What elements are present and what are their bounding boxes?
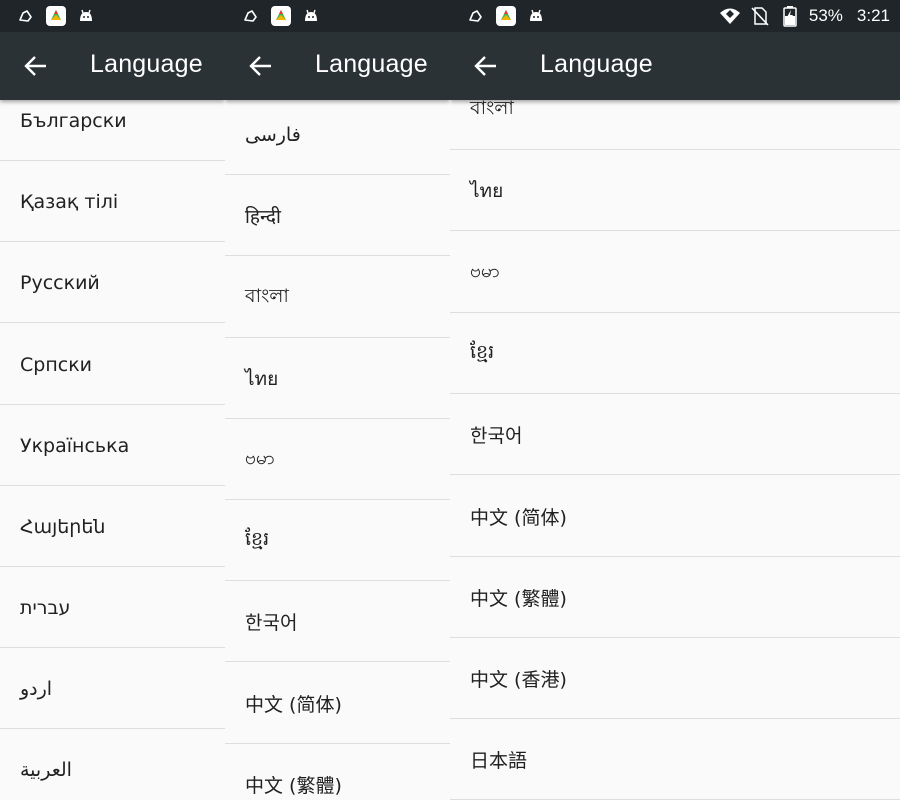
language-label: Русский: [20, 271, 100, 294]
language-label: 中文 (简体): [245, 694, 342, 716]
language-item[interactable]: עברית: [0, 567, 225, 648]
app-bar: Language: [225, 32, 450, 100]
language-label: اردو: [20, 677, 53, 700]
recycle-notification-icon: [244, 10, 257, 22]
language-item[interactable]: Українська: [0, 405, 225, 486]
android-icon: [80, 9, 92, 21]
language-item[interactable]: ไทย: [225, 338, 450, 419]
language-label: हिन्दी: [245, 205, 281, 228]
recycle-notification-icon: [19, 10, 32, 22]
no-sim-icon: [751, 7, 769, 26]
language-item[interactable]: 한국어: [450, 394, 900, 475]
language-label: 日本語: [470, 750, 528, 772]
app-store-icon: [271, 6, 291, 26]
language-item[interactable]: 日本語: [450, 719, 900, 800]
language-item[interactable]: اردو: [0, 648, 225, 729]
language-screen-1: Language Български Қазақ тілі Русский Ср…: [0, 0, 225, 800]
language-label: 中文 (香港): [470, 669, 567, 691]
language-label: 中文 (繁體): [470, 588, 567, 610]
language-label: עברית: [20, 596, 71, 619]
language-label: বাংলা: [470, 100, 514, 119]
language-item[interactable]: 中文 (简体): [225, 663, 450, 744]
language-item[interactable]: Български: [0, 100, 225, 161]
back-arrow-icon[interactable]: [247, 52, 275, 80]
language-label: 中文 (繁體): [245, 775, 342, 797]
language-label: ဗမာ: [245, 446, 275, 469]
language-item[interactable]: 中文 (繁體): [225, 744, 450, 800]
language-label: ไทย: [245, 367, 279, 390]
language-label: ဗမာ: [470, 259, 500, 282]
page-title: Language: [90, 50, 203, 78]
android-icon: [305, 9, 317, 21]
language-item[interactable]: Қазақ тілі: [0, 161, 225, 242]
language-label: ខ្មែរ: [470, 340, 495, 363]
language-label: Български: [20, 109, 127, 132]
language-item[interactable]: বাংলা: [225, 257, 450, 338]
language-item[interactable]: ဗမာ: [225, 419, 450, 500]
language-item[interactable]: ဗမာ: [450, 232, 900, 313]
language-list[interactable]: فارسی हिन्दी বাংলা ไทย ဗမာ ខ្មែរ 한국어 中文 …: [225, 100, 450, 800]
page-title: Language: [540, 50, 653, 78]
app-store-icon: [496, 6, 516, 26]
language-label: فارسی: [245, 123, 301, 146]
language-label: Українська: [20, 434, 130, 457]
language-item[interactable]: ខ្មែរ: [450, 313, 900, 394]
language-label: Հայերեն: [20, 515, 106, 538]
language-item[interactable]: العربية: [0, 729, 225, 800]
status-bar: [0, 0, 225, 32]
battery-percent: 53%: [808, 6, 843, 25]
battery-charging-icon: [783, 6, 797, 27]
language-item[interactable]: ខ្មែរ: [225, 500, 450, 581]
status-bar: 53% 3:21: [450, 0, 900, 32]
language-list[interactable]: বাংলা ไทย ဗမာ ខ្មែរ 한국어 中文 (简体) 中文 (繁體) …: [450, 100, 900, 800]
language-list[interactable]: Български Қазақ тілі Русский Српски Укра…: [0, 100, 225, 800]
back-arrow-icon[interactable]: [22, 52, 50, 80]
system-status-icons: 53% 3:21: [719, 0, 890, 32]
language-label: Српски: [20, 353, 93, 376]
language-item[interactable]: हिन्दी: [225, 175, 450, 256]
language-label: ไทย: [470, 179, 504, 202]
language-item[interactable]: Српски: [0, 324, 225, 405]
language-label: Қазақ тілі: [20, 190, 119, 213]
language-screen-2: Language فارسی हिन्दी বাংলা ไทย ဗမာ ខ្មែ…: [225, 0, 450, 800]
language-item[interactable]: Русский: [0, 242, 225, 323]
app-bar: Language: [0, 32, 225, 100]
android-icon: [530, 9, 542, 21]
app-store-icon: [46, 6, 66, 26]
language-label: 한국어: [245, 612, 298, 634]
language-item[interactable]: 한국어: [225, 581, 450, 662]
language-label: 中文 (简体): [470, 507, 567, 529]
language-item[interactable]: فارسی: [225, 100, 450, 175]
language-label: 한국어: [470, 425, 523, 447]
app-bar: Language: [450, 32, 900, 100]
language-item[interactable]: 中文 (繁體): [450, 557, 900, 638]
status-bar: [225, 0, 450, 32]
language-item[interactable]: 中文 (香港): [450, 638, 900, 719]
language-label: বাংলা: [245, 284, 289, 307]
language-item[interactable]: ไทย: [450, 150, 900, 231]
recycle-notification-icon: [469, 10, 482, 22]
wifi-icon: [719, 8, 740, 24]
language-screen-3: 53% 3:21 Language বাংলা ไทย ဗမာ ខ្មែរ 한국…: [450, 0, 900, 800]
language-label: العربية: [20, 758, 72, 781]
clock: 3:21: [856, 6, 890, 25]
language-item[interactable]: 中文 (简体): [450, 476, 900, 557]
back-arrow-icon[interactable]: [472, 52, 500, 80]
page-title: Language: [315, 50, 428, 78]
language-item[interactable]: Հայերեն: [0, 486, 225, 567]
language-label: ខ្មែរ: [245, 527, 270, 550]
language-item[interactable]: বাংলা: [450, 100, 900, 150]
